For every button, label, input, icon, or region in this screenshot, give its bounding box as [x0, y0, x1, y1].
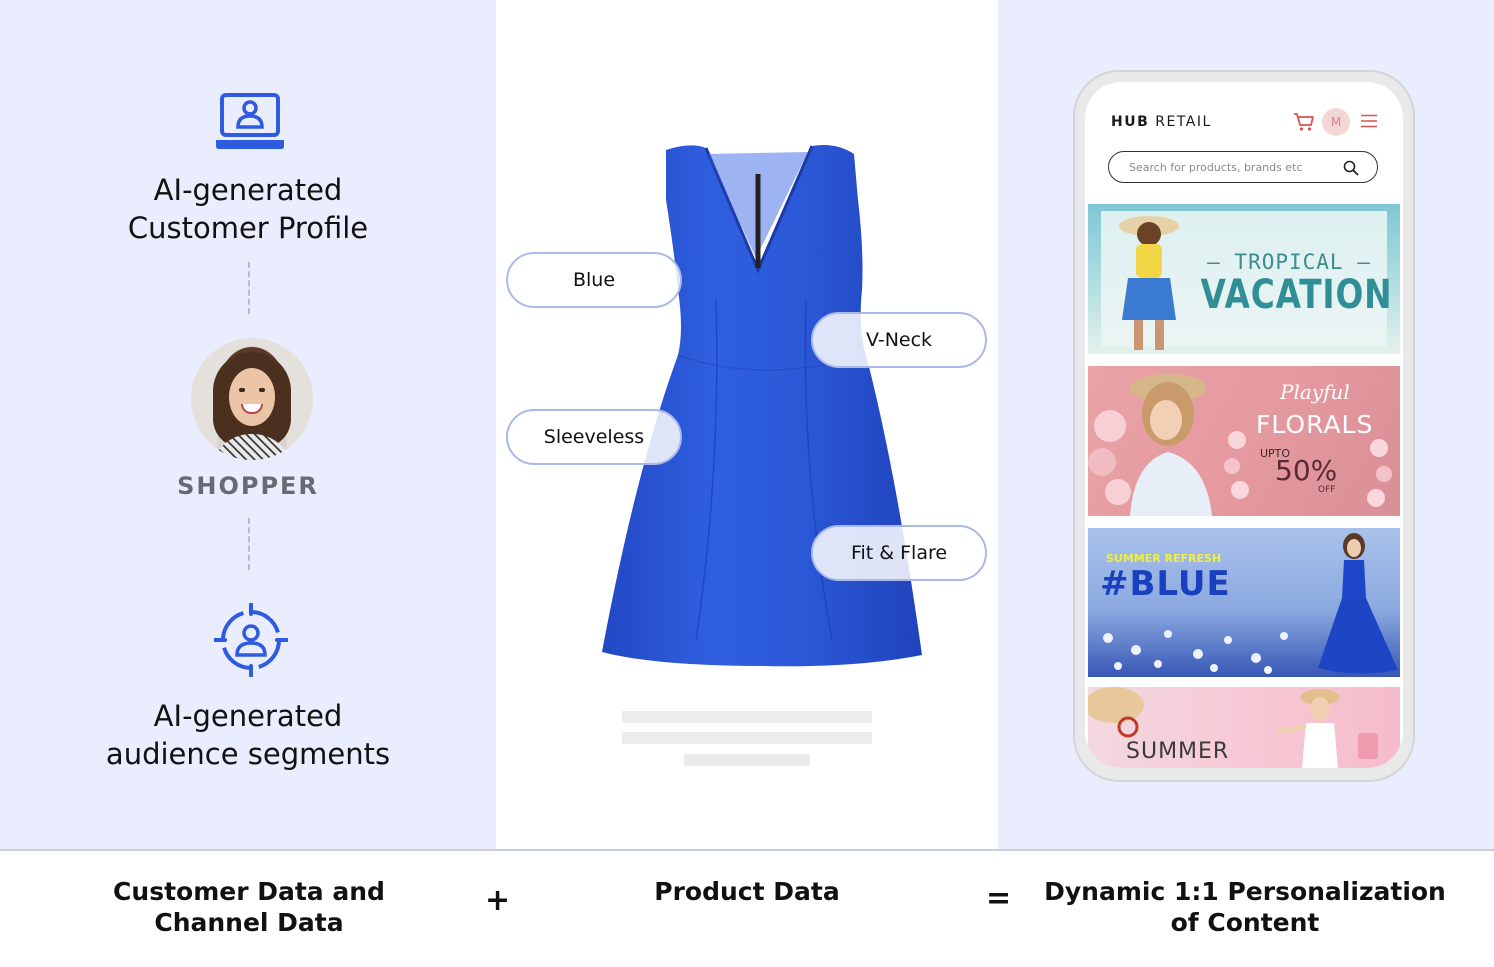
profile-label: AI-generated Customer Profile	[0, 171, 496, 247]
flower-branch	[1367, 439, 1392, 507]
search-icon[interactable]	[1343, 160, 1359, 176]
tag-v-neck: V-Neck	[811, 312, 987, 368]
tag-fit-flare: Fit & Flare	[811, 525, 987, 581]
customer-data-label: Customer Data and Channel Data	[98, 876, 400, 938]
tropical-text: — TROPICAL —	[1207, 250, 1371, 274]
blue-hashtag-text: #BLUE	[1100, 564, 1231, 604]
connector-top	[248, 262, 250, 314]
segments-label: AI-generated audience segments	[0, 697, 496, 773]
customer-data-line1: Customer Data and	[113, 877, 385, 906]
woman-blue-dress-figure	[1318, 533, 1398, 674]
product-data-label: Product Data	[654, 877, 840, 906]
woman-shopping-figure	[1275, 689, 1378, 768]
personalization-line1: Dynamic 1:1 Personalization	[1044, 877, 1446, 906]
shopper-avatar	[191, 338, 313, 460]
vacation-text: VACATION	[1200, 272, 1393, 318]
dress-image	[602, 145, 922, 667]
summer-text: SUMMER	[1126, 739, 1230, 764]
equals-sign: =	[986, 881, 1012, 916]
user-avatar[interactable]: M	[1322, 108, 1350, 136]
target-user-icon	[214, 603, 288, 677]
off-text: OFF	[1318, 485, 1336, 495]
playful-text: Playful	[1280, 380, 1350, 404]
flower-branch	[1224, 431, 1249, 499]
connector-bottom	[248, 518, 250, 570]
banner-summer[interactable]: SUMMER	[1088, 687, 1400, 768]
text-placeholder-line	[622, 711, 872, 723]
phone-screen: HUB RETAIL M Search for products, brands…	[1085, 82, 1403, 768]
profile-label-line1: AI-generated	[153, 173, 343, 207]
tag-blue: Blue	[506, 252, 682, 308]
segments-label-line1: AI-generated	[153, 699, 343, 733]
plus-sign: +	[485, 883, 511, 918]
discount-text: 50%	[1275, 454, 1338, 487]
text-placeholder-line	[684, 754, 810, 766]
personalization-line2: of Content	[1170, 908, 1320, 937]
tag-sleeveless: Sleeveless	[506, 409, 682, 465]
hamburger-menu-icon[interactable]	[1361, 114, 1377, 128]
banner-tropical-vacation[interactable]: — TROPICAL — VACATION	[1088, 204, 1400, 354]
brand-logo[interactable]: HUB RETAIL	[1111, 114, 1212, 130]
text-placeholder-line	[622, 732, 872, 744]
segments-label-line2: audience segments	[105, 737, 391, 771]
personalization-label: Dynamic 1:1 Personalization of Content	[1040, 876, 1450, 938]
hat-sunglasses	[1088, 687, 1144, 738]
cart-icon[interactable]	[1293, 112, 1315, 132]
search-input[interactable]: Search for products, brands etc	[1108, 151, 1378, 183]
shopper-label: SHOPPER	[177, 472, 319, 500]
woman-flowers-figure	[1088, 374, 1212, 516]
customer-data-line2: Channel Data	[154, 908, 344, 937]
banner-summer-blue[interactable]: SUMMER REFRESH #BLUE	[1088, 528, 1400, 677]
florals-text: FLORALS	[1256, 410, 1374, 439]
profile-label-line2: Customer Profile	[127, 211, 369, 245]
banner-playful-florals[interactable]: Playful FLORALS UPTO 50% OFF	[1088, 366, 1400, 516]
laptop-profile-icon	[216, 93, 284, 149]
divider	[0, 849, 1494, 851]
